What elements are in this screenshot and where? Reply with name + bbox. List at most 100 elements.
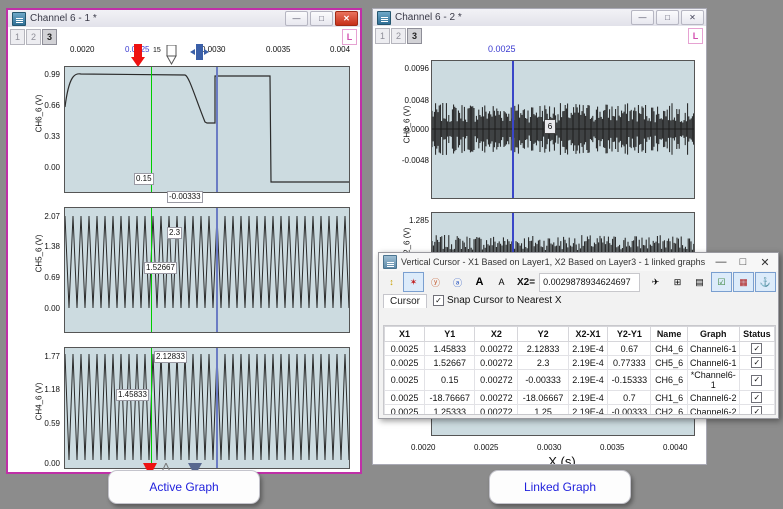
cell-x1: 0.0025 xyxy=(384,355,426,370)
left-cursor-x2-panel3[interactable] xyxy=(216,348,218,468)
right-plot1-marker-box[interactable]: 6 xyxy=(544,119,556,134)
cell-status[interactable]: ✓ xyxy=(738,404,775,414)
ruler-tick-3: 0.0035 xyxy=(266,45,291,54)
link-graphs-icon[interactable]: ⚓ xyxy=(755,272,776,292)
right-cursor-panel1[interactable] xyxy=(512,61,514,198)
status-checkbox[interactable]: ✓ xyxy=(751,374,763,386)
right-xtick-3: 0.0035 xyxy=(600,443,625,452)
status-checkbox[interactable]: ✓ xyxy=(751,392,763,403)
cell-x2x1: 2.19E-4 xyxy=(567,355,609,370)
cell-y2: -0.00333 xyxy=(517,369,569,391)
left-close-button[interactable]: ✕ xyxy=(335,11,358,26)
active-graph-callout-label: Active Graph xyxy=(149,480,219,494)
right-layer-tab-2[interactable]: 2 xyxy=(391,28,406,44)
dialog-maximize-button[interactable]: □ xyxy=(732,254,754,270)
right-layer-tabs[interactable]: 1 2 3 xyxy=(375,28,423,44)
dialog-close-button[interactable]: ✕ xyxy=(754,254,776,270)
col-y2: Y2 xyxy=(517,326,569,342)
goto-cursor-icon[interactable]: ✈ xyxy=(645,272,666,292)
right-layer-tab-3[interactable]: 3 xyxy=(407,28,422,44)
snap-cursor-checkbox[interactable]: ✓ xyxy=(433,295,445,306)
left-plot-panel-2[interactable] xyxy=(64,207,350,333)
cursor-x2-handle-icon[interactable] xyxy=(190,44,210,64)
left-panel1-label-0[interactable]: 0.15 xyxy=(134,173,154,185)
graph-window-icon xyxy=(12,11,26,26)
left-panel2-ytick-0: 2.07 xyxy=(44,212,60,221)
cell-x2: 0.00272 xyxy=(474,355,519,370)
cursor-x1-handle-icon[interactable] xyxy=(130,44,146,68)
x2-value-field[interactable]: 0.0029878934624697 xyxy=(539,272,640,292)
table-row[interactable]: 0.0025 -18.76667 0.00272 -18.06667 2.19E… xyxy=(384,390,775,405)
dialog-minimize-button[interactable]: — xyxy=(710,254,732,270)
cursor-table-container[interactable]: X1 Y1 X2 Y2 X2-X1 Y2-Y1 Name Graph Statu… xyxy=(383,325,776,415)
left-top-ruler[interactable]: 0.0020 0.0025 15 0.0030 0.0035 0.004 xyxy=(8,42,360,67)
dialog-tab-row[interactable]: Cursor ✓ Snap Cursor to Nearest X xyxy=(379,293,778,308)
ruler-marker-icon[interactable] xyxy=(166,45,177,65)
left-panel2-ytick-2: 0.69 xyxy=(44,273,60,282)
left-window-client: 1 2 3 L 0.0020 0.0025 15 0.0030 0.0035 0… xyxy=(8,27,360,472)
table-row[interactable]: 0.0025 1.52667 0.00272 2.3 2.19E-4 0.773… xyxy=(384,355,775,370)
cursor-x2-icon[interactable]: ✶ xyxy=(403,272,424,292)
left-maximize-button[interactable]: □ xyxy=(310,11,333,26)
table-settings-icon[interactable]: ▦ xyxy=(733,272,754,292)
left-window-title: Channel 6 - 1 * xyxy=(30,13,97,24)
left-panel3-label-0[interactable]: 2.12833 xyxy=(154,351,187,363)
left-panel2-label-1[interactable]: 1.52667 xyxy=(144,262,177,274)
cell-y1: 1.45833 xyxy=(424,341,476,356)
cell-x2x1: 2.19E-4 xyxy=(567,369,609,391)
right-layer-tab-1[interactable]: 1 xyxy=(375,28,390,44)
right-window-titlebar[interactable]: Channel 6 - 2 * — □ ✕ xyxy=(373,9,706,27)
left-window-titlebar[interactable]: Channel 6 - 1 * — □ ✕ xyxy=(8,10,360,28)
cell-x1: 0.0025 xyxy=(384,390,426,405)
right-maximize-button[interactable]: □ xyxy=(656,10,679,25)
left-graph-window[interactable]: Channel 6 - 1 * — □ ✕ 1 2 3 L 0.0020 0.0… xyxy=(6,8,362,474)
table-row[interactable]: 0.0025 0.15 0.00272 -0.00333 2.19E-4 -0.… xyxy=(384,369,775,391)
cursor-x1-icon[interactable]: ↕ xyxy=(381,272,402,292)
left-panel2-label-0[interactable]: 2.3 xyxy=(167,227,183,239)
paste-data-icon[interactable]: ▤ xyxy=(689,272,710,292)
right-minimize-button[interactable]: — xyxy=(631,10,654,25)
left-cursor-x1-panel3[interactable] xyxy=(151,348,152,468)
status-checkbox[interactable]: ✓ xyxy=(751,343,763,354)
left-cursor-x2-panel2[interactable] xyxy=(216,208,218,332)
dialog-toolbar[interactable]: ↕ ✶ ⓨ ⓐ A A X2= 0.0029878934624697 ✈ ⊞ ▤… xyxy=(379,271,778,293)
dialog-titlebar[interactable]: Vertical Cursor - X1 Based on Layer1, X2… xyxy=(379,253,778,271)
status-checkbox[interactable]: ✓ xyxy=(751,406,763,414)
left-panel3-label-1[interactable]: 1.45833 xyxy=(116,389,149,401)
table-row[interactable]: 0.0025 1.45833 0.00272 2.12833 2.19E-4 0… xyxy=(384,341,775,356)
font-increase-icon[interactable]: A xyxy=(469,272,490,292)
right-close-button[interactable]: ✕ xyxy=(681,10,704,25)
status-checkbox[interactable]: ✓ xyxy=(751,357,763,368)
cell-y2y1: 0.67 xyxy=(607,341,652,356)
cell-status[interactable]: ✓ xyxy=(738,369,775,391)
left-plot-panel-3[interactable] xyxy=(64,347,350,469)
cell-status[interactable]: ✓ xyxy=(738,355,775,370)
left-plot-panel-1[interactable] xyxy=(64,66,350,193)
left-panel3-ytick-1: 1.18 xyxy=(44,385,60,394)
cell-x2x1: 2.19E-4 xyxy=(567,390,609,405)
copy-data-icon[interactable]: ⊞ xyxy=(667,272,688,292)
vertical-cursor-dialog[interactable]: Vertical Cursor - X1 Based on Layer1, X2… xyxy=(378,252,779,419)
table-row[interactable]: 0.0025 1.25333 0.00272 1.25 2.19E-4 -0.0… xyxy=(384,404,775,414)
label-a-icon[interactable]: ⓐ xyxy=(447,272,468,292)
cell-status[interactable]: ✓ xyxy=(738,341,775,356)
cell-x1: 0.0025 xyxy=(384,369,426,391)
right-plot-panel-1[interactable]: 6 xyxy=(431,60,695,199)
cell-name: CH5_6 xyxy=(650,355,688,370)
left-cursor-x2-panel1[interactable] xyxy=(216,67,218,192)
left-panel3-ytick-0: 1.77 xyxy=(44,352,60,361)
left-panel1-label-1[interactable]: -0.00333 xyxy=(167,191,203,203)
output-worksheet-icon[interactable]: ☑ xyxy=(711,272,732,292)
cursor-table[interactable]: X1 Y1 X2 Y2 X2-X1 Y2-Y1 Name Graph Statu… xyxy=(384,326,775,414)
tab-cursor[interactable]: Cursor xyxy=(383,293,428,308)
cell-graph: Channel6-2 xyxy=(686,404,740,414)
right-layer-corner-icon[interactable]: L xyxy=(688,28,703,44)
left-minimize-button[interactable]: — xyxy=(285,11,308,26)
label-y-icon[interactable]: ⓨ xyxy=(425,272,446,292)
cell-y2: -18.06667 xyxy=(517,390,569,405)
cell-y2y1: 0.7 xyxy=(607,390,652,405)
snap-cursor-checkbox-row[interactable]: ✓ Snap Cursor to Nearest X xyxy=(433,295,562,306)
font-decrease-icon[interactable]: A xyxy=(491,272,512,292)
cell-status[interactable]: ✓ xyxy=(738,390,775,405)
left-xtick-4: 0.0040 xyxy=(308,471,332,472)
